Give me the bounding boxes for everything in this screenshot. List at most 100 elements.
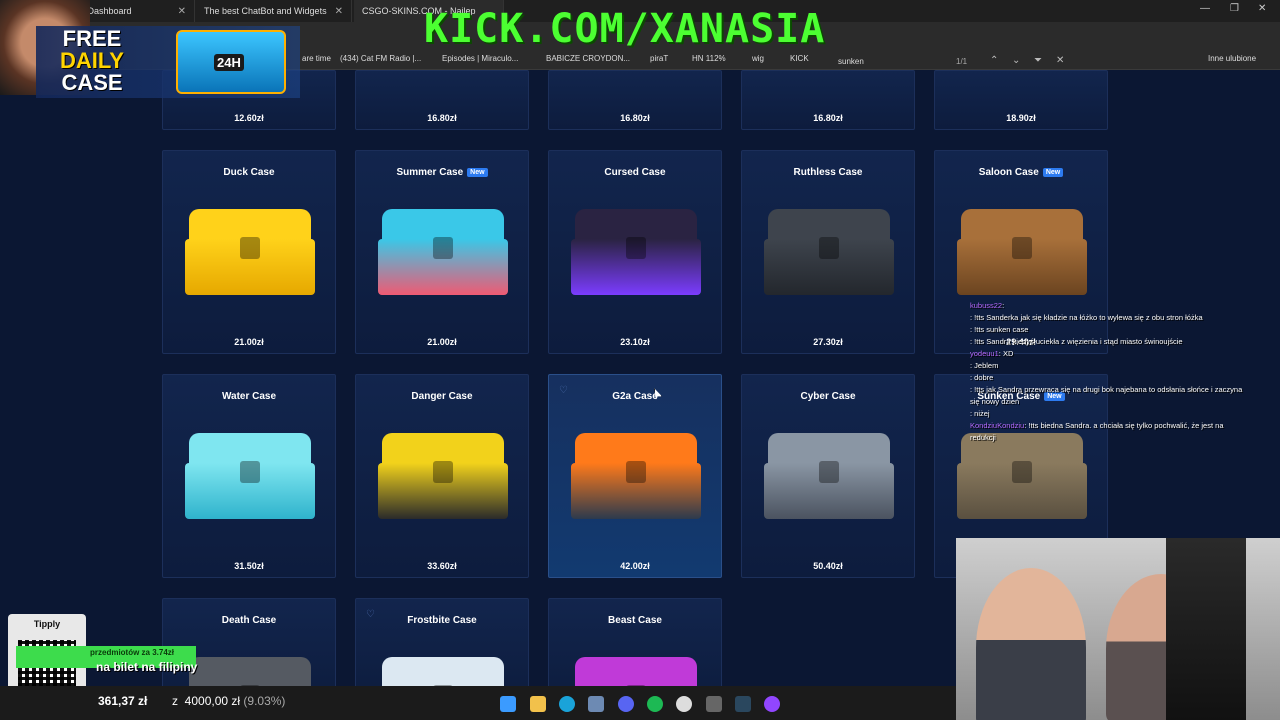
chat-text: : !tts Sandra kiedyś uciekła z więzienia… xyxy=(970,337,1183,346)
case-image xyxy=(764,433,894,523)
case-title: Danger Case xyxy=(356,391,528,402)
new-badge: New xyxy=(1042,168,1064,177)
goal-target: 4000,00 zł xyxy=(184,694,241,708)
case-price: 42.00zł xyxy=(620,561,650,571)
case-card[interactable]: Summer Case New 21.00zł xyxy=(355,150,529,354)
case-card[interactable]: Cursed Case 23.10zł xyxy=(548,150,722,354)
bookmark-item[interactable]: HN 112% xyxy=(692,54,726,63)
chat-message: : !tts sunken case xyxy=(970,324,1250,336)
case-price: 31.50zł xyxy=(234,561,264,571)
case-card[interactable]: Water Case 31.50zł xyxy=(162,374,336,578)
chat-message: : Jeblem xyxy=(970,360,1250,372)
chat-overlay: kubuss22:: !tts Sanderka jak się kładzie… xyxy=(970,300,1250,444)
case-price: 33.60zł xyxy=(427,561,457,571)
case-lock xyxy=(626,461,646,483)
file-explorer-icon[interactable] xyxy=(530,696,546,712)
case-name: Beast Case xyxy=(608,615,662,626)
case-lock xyxy=(626,237,646,259)
donation-alert-message: na bilet na filipiny xyxy=(96,660,198,674)
steam-icon[interactable] xyxy=(735,696,751,712)
maximize-icon[interactable]: ❐ xyxy=(1230,3,1239,14)
start-icon[interactable] xyxy=(500,696,516,712)
chat-username[interactable]: yodeuu1 xyxy=(970,349,999,358)
chat-text: : !tts Sanderka jak się kładzie na łóżko… xyxy=(970,313,1203,322)
case-price: 21.00zł xyxy=(234,337,264,347)
bookmark-item[interactable]: piraT xyxy=(650,54,668,63)
app-icon[interactable] xyxy=(706,696,722,712)
close-icon[interactable]: ✕ xyxy=(1056,55,1064,66)
spotify-icon[interactable] xyxy=(647,696,663,712)
chat-message: : !tts Sanderka jak się kładzie na łóżko… xyxy=(970,312,1250,324)
bookmark-folder-other[interactable]: Inne ulubione xyxy=(1208,54,1256,63)
close-icon[interactable]: ✕ xyxy=(178,6,186,17)
chat-username[interactable]: kubuss22 xyxy=(970,301,1002,310)
case-lock xyxy=(433,461,453,483)
case-name: Cyber Case xyxy=(800,391,856,402)
bookmark-item[interactable]: wig xyxy=(752,54,764,63)
discord-icon[interactable] xyxy=(618,696,634,712)
case-card[interactable]: Duck Case 21.00zł xyxy=(162,150,336,354)
chat-message: kubuss22: xyxy=(970,300,1250,312)
alert-text: przedmiotów za 3.74zł xyxy=(90,648,175,657)
case-card-partial[interactable]: 16.80zł xyxy=(548,70,722,130)
case-name: G2a Case xyxy=(612,391,658,402)
case-card-partial[interactable]: 16.80zł xyxy=(741,70,915,130)
free-text: FREE xyxy=(62,26,122,51)
case-name: Saloon Case xyxy=(978,167,1039,178)
case-title: Cyber Case xyxy=(742,391,914,402)
case-name: Water Case xyxy=(221,391,277,402)
case-lock xyxy=(240,461,260,483)
close-window-icon[interactable]: ✕ xyxy=(1258,3,1266,14)
bookmark-item[interactable]: BABICZE CROYDON... xyxy=(546,54,630,63)
case-card[interactable]: Cyber Case 50.40zł xyxy=(741,374,915,578)
case-title: Ruthless Case xyxy=(742,167,914,178)
case-price: 23.10zł xyxy=(620,337,650,347)
case-lock xyxy=(819,237,839,259)
case-name: Duck Case xyxy=(223,167,275,178)
case-lock xyxy=(433,237,453,259)
app-icon[interactable] xyxy=(588,696,604,712)
chat-text: : niżej xyxy=(970,409,990,418)
case-card-partial[interactable]: 18.90zł xyxy=(934,70,1108,130)
chevron-up-icon[interactable]: ⌃ xyxy=(990,55,998,66)
case-name: Cursed Case xyxy=(604,167,666,178)
case-lock xyxy=(240,237,260,259)
chat-username[interactable]: KondziuKondziu xyxy=(970,421,1024,430)
case-card[interactable]: G2a Case ♡ 42.00zł xyxy=(548,374,722,578)
minimize-icon[interactable]: — xyxy=(1200,3,1210,14)
case-card[interactable]: Danger Case 33.60zł xyxy=(355,374,529,578)
close-icon[interactable]: ✕ xyxy=(335,6,343,17)
chat-text: : xyxy=(1002,301,1005,310)
case-title: Death Case xyxy=(163,615,335,626)
case-price: 50.40zł xyxy=(813,561,843,571)
case-image xyxy=(957,433,1087,523)
edge-icon[interactable] xyxy=(559,696,575,712)
free-daily-case-text: FREE DAILY CASE xyxy=(60,28,124,94)
case-price: 27.30zł xyxy=(813,337,843,347)
case-lock xyxy=(1012,237,1032,259)
chat-text: : !tts jak Sandra przewraca się na drugi… xyxy=(970,385,1243,406)
bookmark-item[interactable]: (434) Cat FM Radio |... xyxy=(340,54,421,63)
bookmark-item[interactable]: KICK xyxy=(790,54,809,63)
case-name: Summer Case xyxy=(396,167,464,178)
case-image xyxy=(571,433,701,523)
bookmark-item[interactable]: Episodes | Miraculo... xyxy=(442,54,518,63)
case-price: 18.90zł xyxy=(1006,113,1036,123)
free-daily-case-overlay: FREE DAILY CASE 24H xyxy=(36,26,300,98)
case-image xyxy=(571,209,701,299)
case-lock xyxy=(819,461,839,483)
favorite-heart-icon[interactable]: ♡ xyxy=(366,609,375,620)
tab-chatbot[interactable]: The best ChatBot and Widgets fo ✕ xyxy=(196,0,352,22)
chat-text: : XD xyxy=(998,349,1014,358)
chevron-down-icon[interactable]: ⌄ xyxy=(1012,55,1020,66)
case-card-partial[interactable]: 16.80zł xyxy=(355,70,529,130)
case-card[interactable]: Ruthless Case 27.30zł xyxy=(741,150,915,354)
app-icon[interactable] xyxy=(676,696,692,712)
bookmark-item[interactable]: are time xyxy=(302,54,331,63)
find-input[interactable]: sunken xyxy=(838,57,864,66)
filter-icon[interactable]: ⏷ xyxy=(1034,55,1042,66)
case-name: Ruthless Case xyxy=(793,167,863,178)
obs-icon[interactable] xyxy=(764,696,780,712)
find-in-page-bar: sunken 1/1 ⌃ ⌄ ⏷ ✕ xyxy=(834,52,1074,72)
favorite-heart-icon[interactable]: ♡ xyxy=(559,385,568,396)
